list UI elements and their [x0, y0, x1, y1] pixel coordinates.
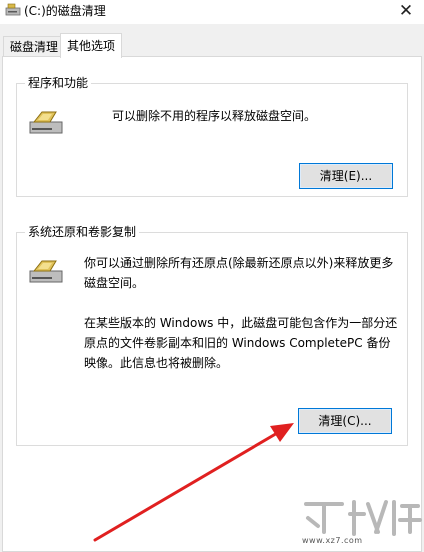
tab-panel: 程序和功能 可以删除不用的程序以释放磁盘空间。 清理(E)... 系统还原和卷影… [2, 56, 422, 552]
watermark-url: www.xz7.com [302, 536, 363, 545]
restore-note-line-3: 映像。此信息也将被删除。 [84, 356, 229, 370]
drive-cleanup-icon [29, 260, 63, 283]
tab-strip: 磁盘清理 其他选项 [0, 33, 424, 58]
tab-more-options[interactable]: 其他选项 [60, 33, 123, 58]
group-title: 程序和功能 [25, 75, 92, 91]
close-button[interactable]: ✕ [388, 0, 424, 24]
disk-cleanup-app-icon [5, 3, 21, 16]
tab-label: 其他选项 [67, 39, 116, 53]
programs-description: 可以删除不用的程序以释放磁盘空间。 [112, 109, 317, 123]
system-restore-group: 系统还原和卷影复制 你可以通过删除所有还原点(除最新还原点以外)来释放更多 磁盘… [16, 224, 408, 446]
restore-description-line-1: 你可以通过删除所有还原点(除最新还原点以外)来释放更多 [84, 256, 394, 270]
window-title: (C:)的磁盘清理 [24, 4, 106, 18]
tab-label: 磁盘清理 [10, 40, 59, 54]
restore-description-line-2: 磁盘空间。 [84, 276, 145, 290]
group-title: 系统还原和卷影复制 [25, 224, 140, 240]
title-bar: (C:)的磁盘清理 ✕ [0, 0, 424, 24]
tab-disk-cleanup[interactable]: 磁盘清理 [3, 36, 66, 57]
drive-cleanup-icon [29, 111, 63, 134]
close-icon: ✕ [398, 1, 414, 21]
clean-programs-button[interactable]: 清理(E)... [299, 163, 393, 189]
programs-and-features-group: 程序和功能 可以删除不用的程序以释放磁盘空间。 清理(E)... [16, 75, 408, 197]
restore-note-line-2: 原点的文件卷影副本和旧的 Windows CompletePC 备份 [84, 336, 391, 350]
restore-note-line-1: 在某些版本的 Windows 中，此磁盘可能包含作为一部分还 [84, 316, 398, 330]
clean-restore-points-button[interactable]: 清理(C)... [298, 408, 392, 434]
